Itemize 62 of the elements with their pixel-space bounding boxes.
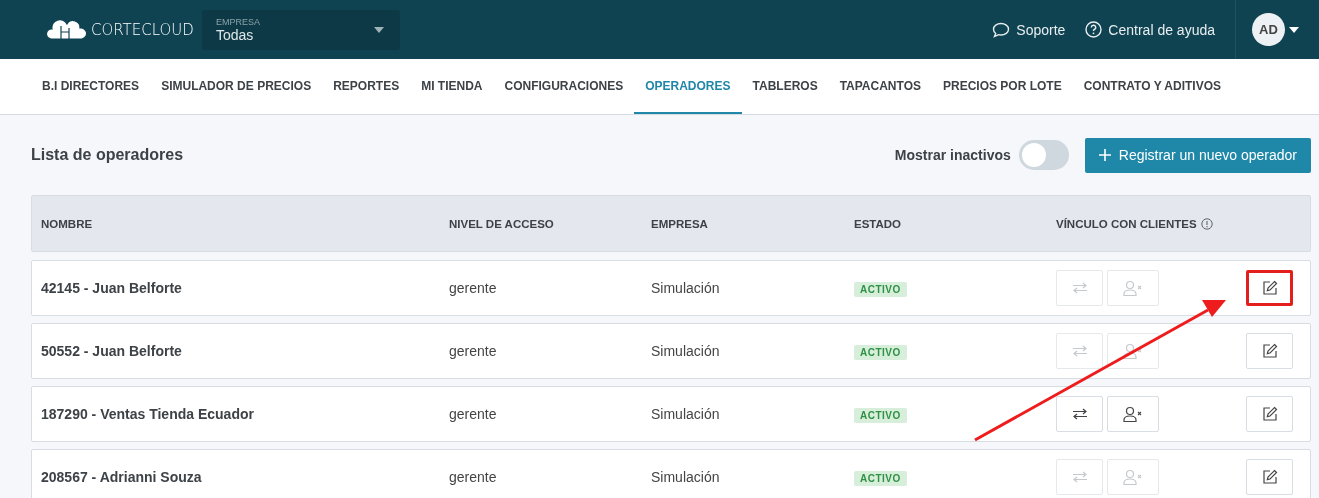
company-name: Simulación (651, 343, 721, 359)
caret-icon (373, 26, 384, 33)
operator-name: 50552 - Juan Belforte (41, 343, 183, 359)
swap-arrows-icon (1071, 471, 1088, 483)
cloud-logo-icon (47, 19, 87, 40)
status-badge: ACTIVO (854, 471, 907, 486)
chat-bubble-icon (992, 21, 1011, 38)
column-header: ESTADO (854, 217, 903, 230)
nav-tab[interactable]: TAPACANTOS (828, 59, 932, 114)
help-icon (1085, 21, 1103, 38)
unlink-user-button[interactable] (1107, 333, 1159, 369)
user-avatar[interactable]: AD (1252, 13, 1285, 46)
edit-button[interactable] (1246, 270, 1293, 306)
column-header: VÍNCULO CON CLIENTES (1056, 217, 1246, 230)
link-clients-button[interactable] (1056, 396, 1103, 432)
company-name: Simulación (651, 406, 721, 422)
nav-tab[interactable]: CONFIGURACIONES (493, 59, 635, 114)
page-title: Lista de operadores (31, 146, 184, 164)
status-badge: ACTIVO (854, 282, 907, 297)
nav-tab[interactable]: REPORTES (322, 59, 411, 114)
help-center-link[interactable]: Central de ayuda (1085, 21, 1215, 38)
swap-arrows-icon (1071, 282, 1088, 294)
access-level: gerente (449, 280, 498, 296)
caret-icon (1289, 26, 1299, 33)
nav-tab[interactable]: OPERADORES (634, 59, 742, 114)
edit-icon (1261, 469, 1278, 485)
operator-name: 42145 - Juan Belforte (41, 280, 183, 296)
nav-tab[interactable]: B.I DIRECTORES (31, 59, 151, 114)
swap-arrows-icon (1071, 408, 1088, 420)
nav-tab[interactable]: MI TIENDA (410, 59, 494, 114)
access-level: gerente (449, 406, 498, 422)
nav-tab[interactable]: SIMULADOR DE PRECIOS (150, 59, 323, 114)
unlink-user-button[interactable] (1107, 396, 1159, 432)
logo-text: CORTECLOUD (91, 20, 194, 39)
column-header: NIVEL DE ACCESO (449, 217, 555, 230)
user-remove-icon (1123, 343, 1143, 359)
nav-tab[interactable]: TABLEROS (741, 59, 829, 114)
plus-icon (1098, 149, 1111, 161)
column-header: EMPRESA (651, 217, 709, 230)
access-level: gerente (449, 469, 498, 485)
status-badge: ACTIVO (854, 408, 907, 423)
edit-icon (1261, 406, 1278, 422)
nav-tab[interactable]: PRECIOS POR LOTE (932, 59, 1073, 114)
company-select[interactable]: EMPRESA Todas (201, 9, 400, 50)
operator-name: 208567 - Adrianni Souza (41, 469, 203, 485)
nav-tab[interactable]: CONTRATO Y ADITIVOS (1072, 59, 1233, 114)
info-icon (1200, 217, 1213, 230)
access-level: gerente (449, 343, 498, 359)
user-remove-icon (1123, 469, 1143, 485)
user-remove-icon (1123, 406, 1143, 422)
user-remove-icon (1123, 280, 1143, 296)
toggle-label: Mostrar inactivos (894, 147, 1011, 163)
company-name: Simulación (651, 280, 721, 296)
new-operator-button[interactable]: Registrar un nuevo operador (1084, 137, 1311, 173)
edit-icon (1261, 280, 1278, 296)
edit-icon (1261, 343, 1278, 359)
operator-name: 187290 - Ventas Tienda Ecuador (41, 406, 255, 422)
column-header: NOMBRE (41, 217, 94, 230)
company-name: Simulación (651, 469, 721, 485)
support-link[interactable]: Soporte (992, 21, 1066, 38)
swap-arrows-icon (1071, 345, 1088, 357)
status-badge: ACTIVO (854, 345, 907, 360)
